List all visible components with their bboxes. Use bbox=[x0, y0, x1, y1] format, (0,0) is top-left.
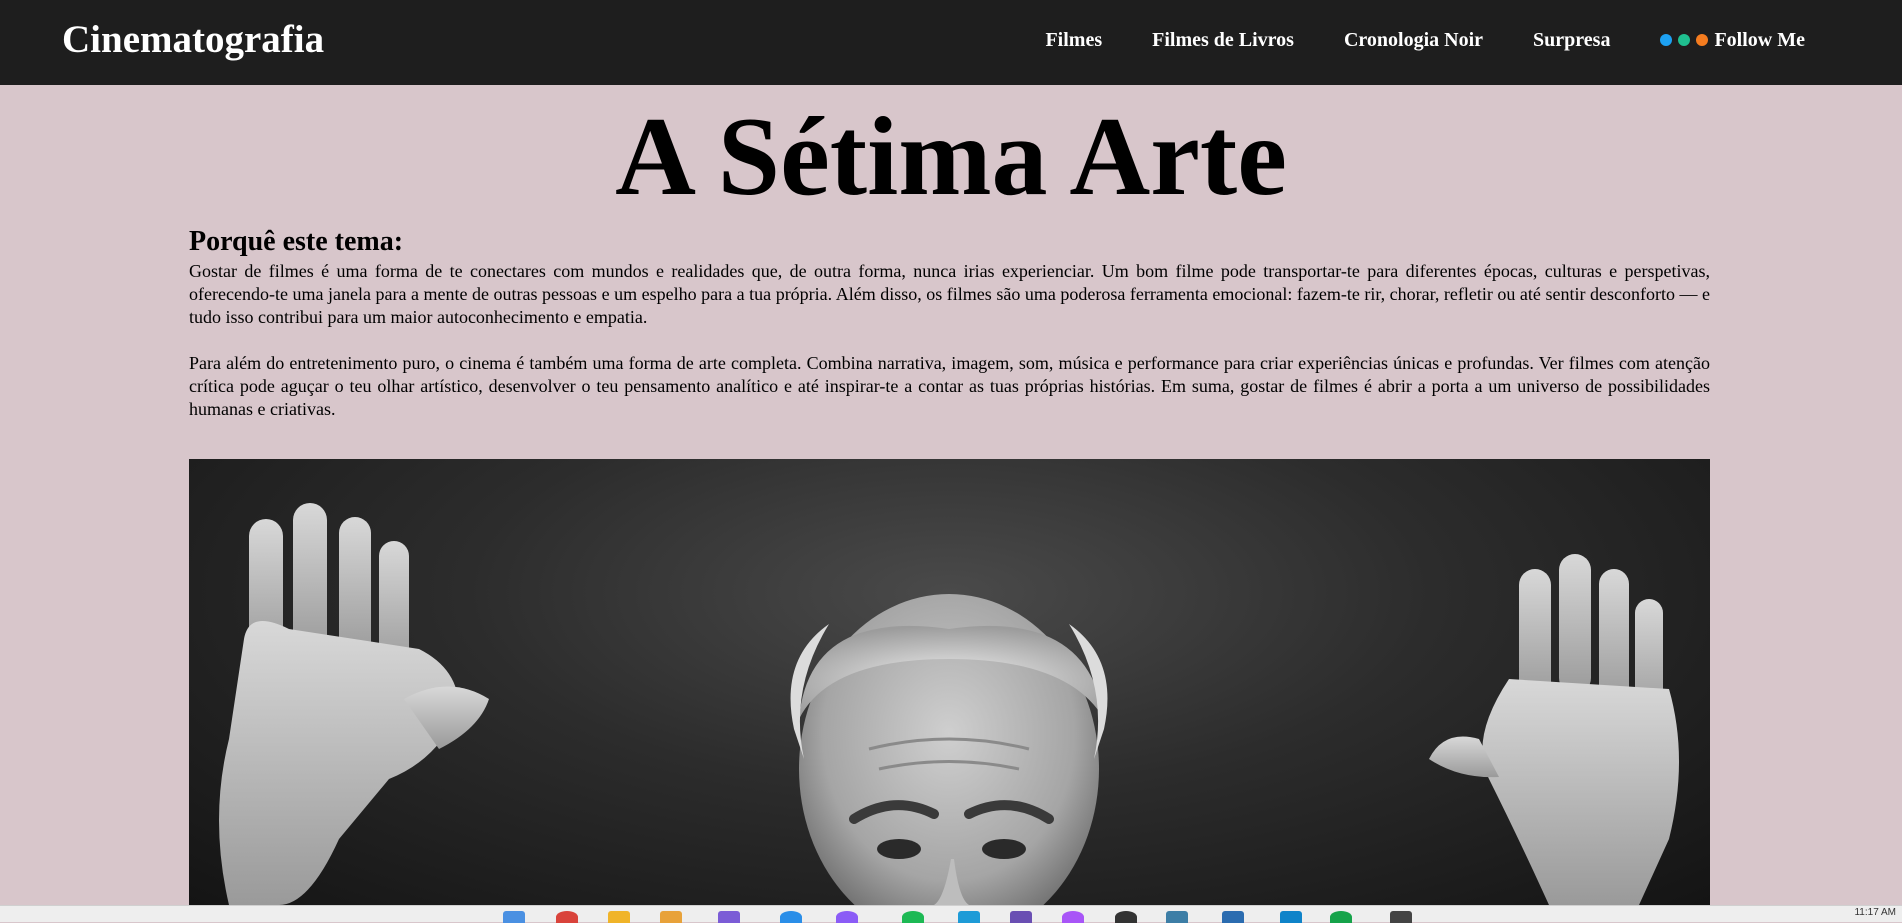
app-icon[interactable] bbox=[718, 911, 740, 923]
app-icon[interactable] bbox=[1390, 911, 1412, 923]
edge-icon[interactable] bbox=[780, 911, 802, 923]
left-hand bbox=[219, 503, 489, 905]
intro-paragraph-1: Gostar de filmes é uma forma de te conec… bbox=[189, 261, 1710, 327]
chrome-icon[interactable] bbox=[556, 911, 578, 923]
app-icon[interactable] bbox=[1115, 911, 1137, 923]
os-taskbar: 11:17 AM bbox=[0, 905, 1902, 923]
navbar: Cinematografia Filmes Filmes de Livros C… bbox=[0, 0, 1902, 85]
app-icon[interactable] bbox=[836, 911, 858, 923]
spotify-icon[interactable] bbox=[902, 911, 924, 923]
file-icon[interactable] bbox=[660, 911, 682, 923]
main-nav: Filmes Filmes de Livros Cronologia Noir … bbox=[995, 0, 1805, 80]
portrait-illustration bbox=[219, 503, 1679, 905]
follow-me-label: Follow Me bbox=[1714, 28, 1805, 51]
section-heading: Porquê este tema: bbox=[189, 226, 404, 257]
nav-link-surpresa[interactable]: Surpresa bbox=[1533, 29, 1610, 52]
follow-me-menu[interactable]: Follow Me bbox=[1660, 29, 1805, 52]
app-icon[interactable] bbox=[1330, 911, 1352, 923]
right-hand bbox=[1429, 554, 1679, 905]
app-icon[interactable] bbox=[1166, 911, 1188, 923]
folder-icon[interactable] bbox=[608, 911, 630, 923]
brand-logo-link[interactable]: Cinematografia bbox=[62, 16, 324, 64]
app-icon[interactable] bbox=[1280, 911, 1302, 923]
intro-paragraph-2: Para além do entretenimento puro, o cine… bbox=[189, 353, 1710, 419]
nav-link-filmes[interactable]: Filmes bbox=[1045, 29, 1102, 52]
head bbox=[790, 594, 1108, 905]
app-icon[interactable] bbox=[958, 911, 980, 923]
orange-dot-icon bbox=[1696, 34, 1709, 46]
windows-icon[interactable] bbox=[503, 911, 525, 923]
intro-section: Porquê este tema: Gostar de filmes é uma… bbox=[189, 224, 1710, 421]
app-icon[interactable] bbox=[1010, 911, 1032, 923]
app-icon[interactable] bbox=[1222, 911, 1244, 923]
nav-link-cronologia-noir[interactable]: Cronologia Noir bbox=[1344, 29, 1483, 52]
twitter-dot-icon bbox=[1660, 34, 1673, 46]
taskbar-clock[interactable]: 11:17 AM bbox=[1854, 907, 1896, 918]
app-icon[interactable] bbox=[1062, 911, 1084, 923]
page-title: A Sétima Arte bbox=[615, 95, 1287, 219]
green-dot-icon bbox=[1678, 34, 1691, 46]
nav-link-filmes-de-livros[interactable]: Filmes de Livros bbox=[1152, 29, 1294, 52]
portrait-photo bbox=[189, 459, 1710, 905]
